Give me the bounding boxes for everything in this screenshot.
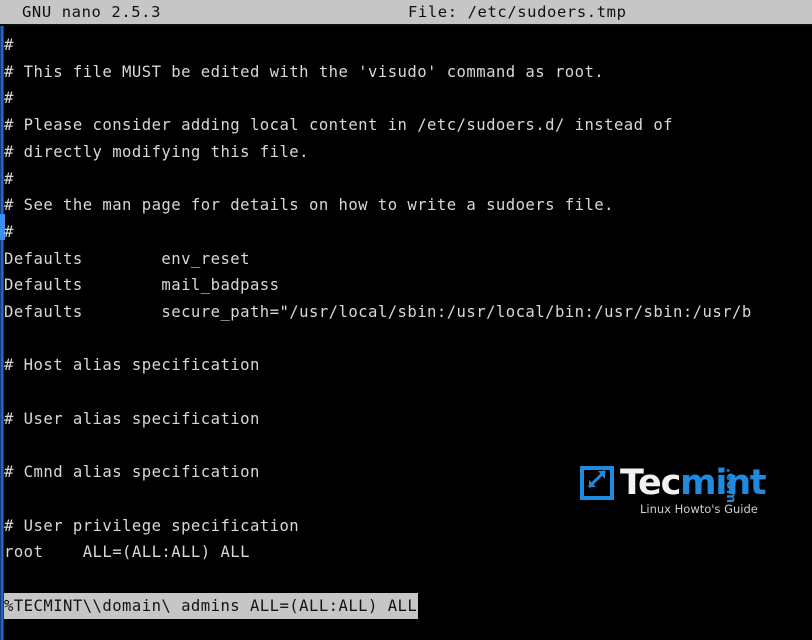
nano-editor-window: GNU nano 2.5.3 File: /etc/sudoers.tmp # #…: [0, 0, 812, 640]
editor-line[interactable]: Defaults env_reset: [4, 246, 250, 273]
diagonal-arrow-icon: [587, 469, 607, 489]
tecmint-watermark-logo: Tecmint .com Linux Howto's Guide: [580, 462, 780, 520]
nano-file-label: File: /etc/sudoers.tmp: [408, 3, 627, 21]
editor-line[interactable]: # User alias specification: [4, 406, 260, 433]
nano-version-label: GNU nano 2.5.3: [22, 3, 162, 21]
editor-line[interactable]: # User privilege specification: [4, 513, 299, 540]
nano-title-bar: GNU nano 2.5.3 File: /etc/sudoers.tmp: [0, 0, 812, 24]
brand-tec: Tec: [620, 463, 681, 503]
editor-line[interactable]: #: [4, 32, 14, 59]
editor-line[interactable]: #: [4, 166, 14, 193]
editor-line[interactable]: # directly modifying this file.: [4, 139, 309, 166]
editor-line[interactable]: # Cmnd alias specification: [4, 459, 260, 486]
editor-line-selected[interactable]: %TECMINT\\domain\ admins ALL=(ALL:ALL) A…: [4, 592, 419, 620]
editor-line[interactable]: # Host alias specification: [4, 352, 260, 379]
editor-line[interactable]: # See the man page for details on how to…: [4, 192, 614, 219]
nano-text-buffer[interactable]: # # This file MUST be edited with the 'vi…: [0, 26, 812, 640]
editor-line[interactable]: #: [4, 85, 14, 112]
editor-line[interactable]: root ALL=(ALL:ALL) ALL: [4, 539, 250, 566]
brand-tagline: Linux Howto's Guide: [640, 502, 758, 516]
editor-line[interactable]: Defaults secure_path="/usr/local/sbin:/u…: [4, 299, 752, 326]
editor-line[interactable]: Defaults mail_badpass: [4, 272, 279, 299]
brand-tld: .com: [723, 468, 738, 504]
editor-line[interactable]: # This file MUST be edited with the 'vis…: [4, 59, 604, 86]
editor-line[interactable]: #: [4, 219, 14, 246]
tecmint-wordmark: Tecmint: [620, 462, 767, 504]
editor-line[interactable]: # Please consider adding local content i…: [4, 112, 673, 139]
